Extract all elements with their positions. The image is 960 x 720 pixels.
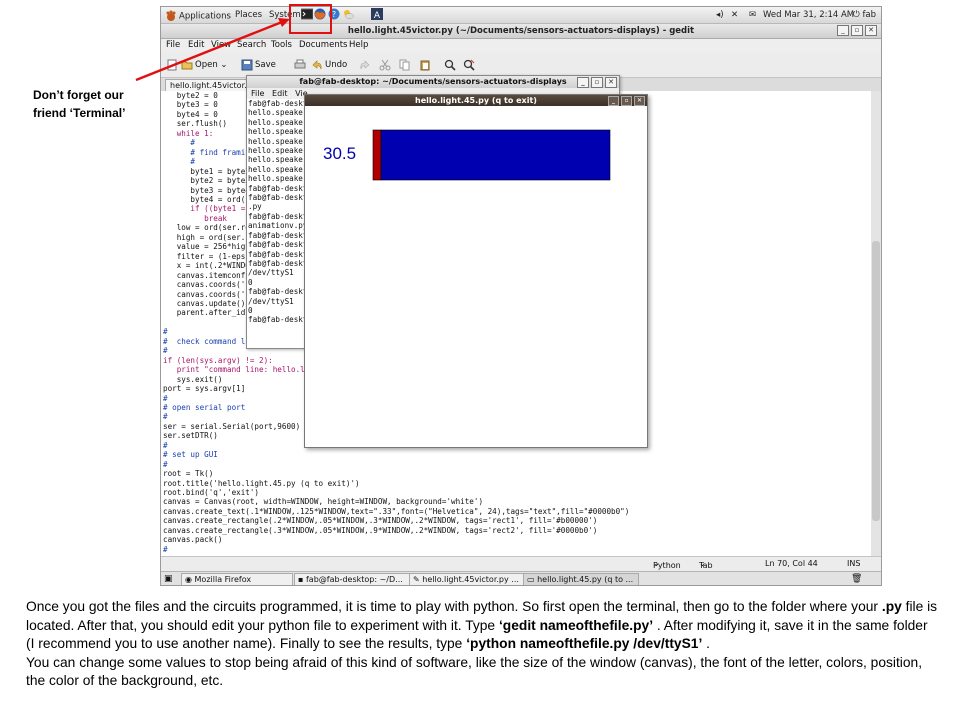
annotation-line-1: Don’t forget our xyxy=(33,88,124,102)
caption-paragraph-1: Once you got the files and the circuits … xyxy=(26,599,938,651)
caption-paragraph-2: You can change some values to stop being… xyxy=(26,654,923,689)
terminal-annotation: Don’t forget our friend ‘Terminal’ xyxy=(33,86,125,122)
instructions-caption: Once you got the files and the circuits … xyxy=(26,598,938,691)
annotation-line-2: friend ‘Terminal’ xyxy=(33,106,126,120)
